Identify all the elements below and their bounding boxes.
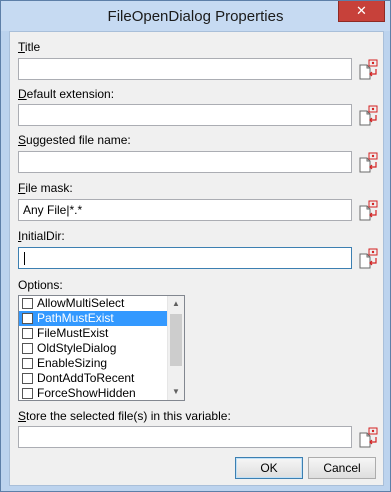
initial-dir-input[interactable] [18, 247, 352, 269]
option-label: ForceShowHidden [37, 386, 136, 400]
suggested-file-name-variable-picker-icon[interactable] [357, 152, 379, 174]
option-checkbox[interactable] [22, 358, 33, 369]
initial-dir-label: InitialDir: [18, 229, 65, 243]
option-item[interactable]: ForceShowHidden [19, 386, 184, 400]
options-checklist[interactable]: AllowMultiSelect PathMustExist FileMustExi… [18, 295, 185, 401]
option-checkbox[interactable] [22, 298, 33, 309]
initial-dir-variable-picker-icon[interactable] [357, 248, 379, 270]
title-input[interactable] [18, 58, 352, 80]
option-checkbox[interactable] [22, 328, 33, 339]
default-extension-label: Default extension: [18, 87, 115, 101]
option-label: PathMustExist [37, 311, 114, 325]
close-icon: ✕ [356, 3, 367, 18]
option-checkbox[interactable] [22, 343, 33, 354]
option-item[interactable]: OldStyleDialog [19, 341, 184, 356]
option-checkbox[interactable] [22, 313, 33, 324]
option-label: OldStyleDialog [37, 341, 117, 355]
default-extension-variable-picker-icon[interactable] [357, 105, 379, 127]
option-label: FileMustExist [37, 326, 109, 340]
store-variable-label: Store the selected file(s) in this varia… [18, 409, 231, 423]
title-label: Title [18, 40, 41, 54]
options-scrollbar[interactable]: ▲ ▼ [167, 296, 184, 400]
option-item[interactable]: EnableSizing [19, 356, 184, 371]
suggested-file-name-input[interactable] [18, 151, 352, 173]
option-checkbox[interactable] [22, 388, 33, 399]
option-label: AllowMultiSelect [37, 296, 125, 310]
scroll-thumb[interactable] [170, 314, 182, 366]
ok-button[interactable]: OK [235, 457, 303, 479]
store-variable-input[interactable] [18, 426, 352, 448]
option-checkbox[interactable] [22, 373, 33, 384]
scroll-up-icon[interactable]: ▲ [168, 296, 184, 312]
option-item[interactable]: PathMustExist [19, 311, 168, 326]
properties-window: FileOpenDialog Properties ✕ Title Defaul… [0, 0, 391, 492]
cancel-button[interactable]: Cancel [308, 457, 376, 479]
file-mask-variable-picker-icon[interactable] [357, 200, 379, 222]
option-item[interactable]: DontAddToRecent [19, 371, 184, 386]
file-mask-label: File mask: [18, 181, 73, 195]
store-variable-variable-picker-icon[interactable] [357, 427, 379, 449]
suggested-file-name-label: Suggested file name: [18, 133, 131, 147]
title-variable-picker-icon[interactable] [357, 59, 379, 81]
options-items: AllowMultiSelect PathMustExist FileMustExi… [19, 296, 184, 400]
dialog-client-area: Title Default extension: Suggested file … [9, 31, 384, 486]
title-bar[interactable]: FileOpenDialog Properties ✕ [1, 1, 390, 31]
text-caret [24, 252, 25, 266]
option-label: DontAddToRecent [37, 371, 135, 385]
default-extension-input[interactable] [18, 104, 352, 126]
options-label: Options: [18, 278, 63, 292]
option-label: EnableSizing [37, 356, 108, 370]
option-item[interactable]: AllowMultiSelect [19, 296, 184, 311]
option-item[interactable]: FileMustExist [19, 326, 184, 341]
close-button[interactable]: ✕ [338, 1, 385, 22]
file-mask-input[interactable] [18, 199, 352, 221]
scroll-down-icon[interactable]: ▼ [168, 384, 184, 400]
window-title: FileOpenDialog Properties [107, 8, 284, 25]
